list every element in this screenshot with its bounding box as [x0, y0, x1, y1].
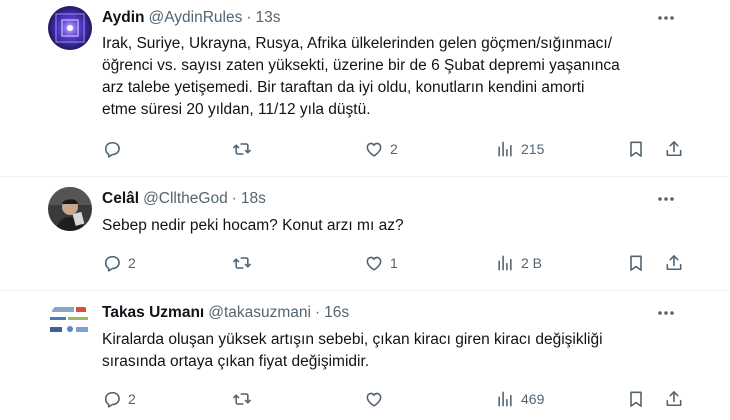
author-name[interactable]: Celâl	[102, 190, 139, 208]
more-horizontal-icon[interactable]	[654, 189, 678, 209]
share-button[interactable]	[664, 251, 684, 275]
retweet-icon	[233, 393, 251, 405]
bookmark-icon	[630, 141, 642, 157]
share-button[interactable]	[664, 387, 684, 411]
tweet[interactable]: Takas Uzmanı @takasuzmani · 16s Kiralard…	[0, 291, 730, 420]
views-icon	[498, 391, 512, 407]
share-icon	[666, 255, 682, 271]
bookmark-button[interactable]	[626, 251, 646, 275]
tweet-text: Irak, Suriye, Ukrayna, Rusya, Afrika ülk…	[102, 33, 692, 121]
views-icon	[498, 141, 512, 157]
view-count: 2 B	[521, 255, 543, 271]
avatar[interactable]	[48, 6, 92, 50]
bookmark-icon	[630, 255, 642, 271]
separator-dot: ·	[246, 9, 252, 26]
tweet-text-line: Irak, Suriye, Ukrayna, Rusya, Afrika ülk…	[102, 35, 613, 52]
share-icon	[666, 141, 682, 157]
reply-count: 2	[128, 255, 136, 271]
avatar[interactable]	[48, 187, 92, 231]
view-count: 215	[521, 141, 545, 157]
views-button[interactable]: 215	[495, 137, 544, 161]
views-button[interactable]: 2 B	[495, 251, 542, 275]
tweet-text-line: sırasında ortaya çıkan fiyat değişimidir…	[102, 353, 370, 370]
author-name[interactable]: Aydin	[102, 9, 144, 27]
reply-button[interactable]: 2	[102, 387, 136, 411]
separator-dot: ·	[231, 190, 237, 207]
tweet[interactable]: Celâl @ClltheGod · 18s Sebep nedir peki …	[0, 177, 730, 290]
timestamp[interactable]: 13s	[256, 9, 281, 27]
bookmark-icon	[630, 391, 642, 407]
tweet[interactable]: Aydin @AydinRules · 13s Irak, Suriye, Uk…	[0, 0, 730, 176]
view-count: 469	[521, 391, 545, 407]
more-horizontal-icon[interactable]	[654, 8, 678, 28]
bookmark-button[interactable]	[626, 387, 646, 411]
author-handle[interactable]: @AydinRules	[148, 9, 242, 27]
tweet-text-line: öğrenci vs. sayısı zaten yüksekti, üzeri…	[102, 57, 620, 74]
reply-count: 2	[128, 391, 136, 407]
like-button[interactable]: 2	[364, 137, 398, 161]
timestamp[interactable]: 18s	[241, 190, 266, 208]
action-bar: 2 1 2 B	[102, 251, 682, 275]
author-name[interactable]: Takas Uzmanı	[102, 304, 204, 322]
reply-icon	[104, 141, 120, 158]
tweet-text-line: arz talebe yetişemedi. Bir taraftan da i…	[102, 79, 585, 96]
share-button[interactable]	[664, 137, 684, 161]
tweet-text: Kiralarda oluşan yüksek artışın sebebi, …	[102, 329, 692, 373]
retweet-icon	[233, 257, 251, 269]
retweet-icon	[233, 143, 251, 155]
like-button[interactable]: 1	[364, 251, 398, 275]
views-icon	[498, 255, 512, 271]
action-bar: 2 215	[102, 137, 682, 161]
author-handle[interactable]: @takasuzmani	[208, 304, 311, 322]
heart-icon	[366, 392, 382, 407]
retweet-button[interactable]	[232, 137, 258, 161]
heart-icon	[366, 256, 382, 271]
tweet-text-line: Sebep nedir peki hocam? Konut arzı mı az…	[102, 217, 404, 234]
views-button[interactable]: 469	[495, 387, 544, 411]
reply-button[interactable]	[102, 137, 128, 161]
tweet-text-line: etme süresi 20 yıldan, 11/12 yıla düştü.	[102, 101, 371, 118]
share-icon	[666, 391, 682, 407]
like-button[interactable]	[364, 387, 390, 411]
reply-icon	[104, 255, 120, 272]
author-handle[interactable]: @ClltheGod	[143, 190, 228, 208]
tweet-text: Sebep nedir peki hocam? Konut arzı mı az…	[102, 215, 692, 237]
retweet-button[interactable]	[232, 387, 258, 411]
reply-button[interactable]: 2	[102, 251, 136, 275]
like-count: 2	[390, 141, 398, 157]
reply-icon	[104, 391, 120, 408]
tweet-text-line: Kiralarda oluşan yüksek artışın sebebi, …	[102, 331, 603, 348]
retweet-button[interactable]	[232, 251, 258, 275]
action-bar: 2 469	[102, 387, 682, 411]
heart-icon	[366, 142, 382, 157]
avatar[interactable]	[48, 301, 92, 345]
bookmark-button[interactable]	[626, 137, 646, 161]
like-count: 1	[390, 255, 398, 271]
separator-dot: ·	[314, 304, 321, 321]
timestamp[interactable]: 16s	[324, 304, 349, 322]
more-horizontal-icon[interactable]	[654, 303, 678, 323]
